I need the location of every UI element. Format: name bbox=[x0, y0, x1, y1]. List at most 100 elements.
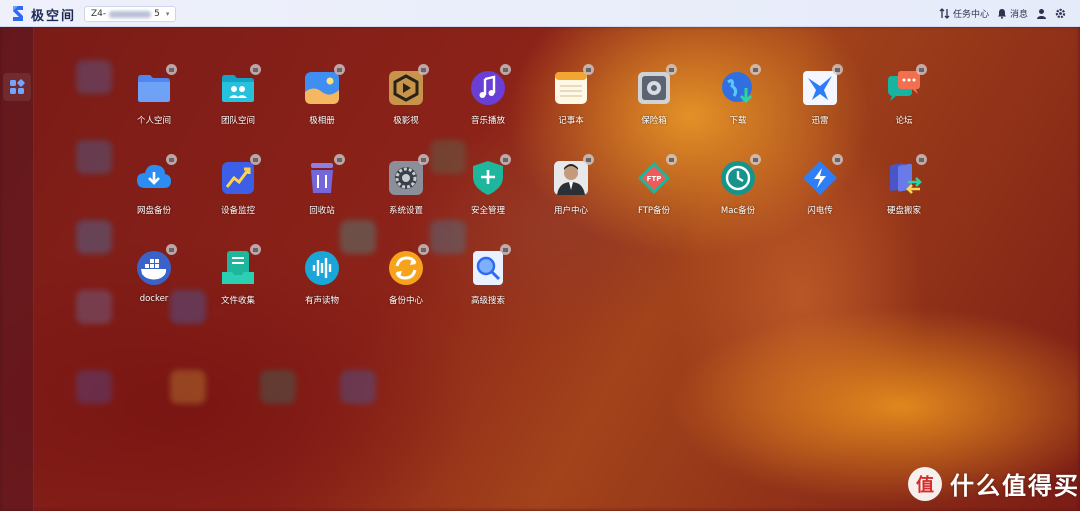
folder-icon bbox=[138, 75, 170, 102]
forum-icon bbox=[888, 71, 920, 101]
app-label: 回收站 bbox=[309, 206, 335, 216]
sidebar-apps-button[interactable] bbox=[3, 73, 31, 101]
app-label: 极相册 bbox=[309, 116, 335, 126]
docker-icon bbox=[137, 251, 171, 285]
app-label: 有声读物 bbox=[304, 296, 339, 306]
device-name-redacted bbox=[109, 10, 152, 18]
cloud-badge-icon bbox=[418, 64, 429, 75]
music-icon bbox=[471, 71, 505, 105]
settings-button[interactable] bbox=[1055, 8, 1066, 19]
app-recycle-bin[interactable]: 回收站 bbox=[292, 154, 352, 230]
app-label: 迅雷 bbox=[811, 116, 829, 126]
app-device-monitor[interactable]: 设备监控 bbox=[208, 154, 268, 230]
task-center-button[interactable]: 任务中心 bbox=[939, 7, 989, 20]
watermark-glyph: 值 bbox=[916, 474, 934, 496]
apps-grid-icon bbox=[10, 79, 25, 94]
cloud-badge-icon bbox=[916, 154, 927, 165]
app-download[interactable]: 下载 bbox=[708, 64, 768, 140]
app-label: 备份中心 bbox=[388, 296, 423, 306]
app-audiobook[interactable]: 有声读物 bbox=[292, 250, 352, 320]
cloud-badge-icon bbox=[666, 64, 677, 75]
app-cloud-backup[interactable]: 网盘备份 bbox=[124, 154, 184, 230]
user-button[interactable] bbox=[1036, 8, 1047, 19]
sidebar bbox=[0, 27, 34, 511]
messages-button[interactable]: 消息 bbox=[997, 7, 1028, 20]
user-icon bbox=[1037, 9, 1046, 19]
top-bar: 极空间 Z4- 5 ▾ 任务中心 消息 bbox=[0, 0, 1080, 27]
app-label: 保险箱 bbox=[641, 116, 667, 126]
cloud-badge-icon bbox=[250, 64, 261, 75]
chevron-down-icon: ▾ bbox=[165, 10, 170, 18]
cloud-badge-icon bbox=[832, 64, 843, 75]
app-flash-transfer[interactable]: 闪电传 bbox=[790, 154, 850, 230]
app-label: 音乐播放 bbox=[470, 116, 505, 126]
bell-icon bbox=[997, 9, 1006, 19]
app-label: 硬盘搬家 bbox=[886, 206, 921, 216]
file-collect-icon bbox=[222, 251, 254, 284]
watermark: 值 什么值得买 bbox=[908, 466, 1080, 501]
messages-label: 消息 bbox=[1009, 10, 1028, 20]
cloud-badge-icon bbox=[334, 154, 345, 165]
video-icon bbox=[389, 71, 423, 105]
svg-text:FTP: FTP bbox=[647, 175, 662, 183]
app-forum[interactable]: 论坛 bbox=[874, 64, 934, 140]
watermark-logo: 值 bbox=[908, 466, 942, 501]
app-label: 闪电传 bbox=[807, 206, 833, 216]
team-folder-icon bbox=[222, 75, 254, 102]
app-mac-backup[interactable]: Mac备份 bbox=[708, 154, 768, 230]
app-label: 设备监控 bbox=[220, 206, 255, 216]
cloud-badge-icon bbox=[583, 154, 594, 165]
app-label: 记事本 bbox=[558, 116, 584, 126]
task-center-label: 任务中心 bbox=[952, 10, 989, 20]
app-label: 系统设置 bbox=[388, 206, 423, 216]
cloud-badge-icon bbox=[166, 244, 177, 255]
trash-icon bbox=[311, 163, 333, 193]
cloud-badge-icon bbox=[250, 244, 261, 255]
app-label: 极影视 bbox=[393, 116, 419, 126]
app-disk-move[interactable]: 硬盘搬家 bbox=[874, 154, 934, 230]
app-notepad[interactable]: 记事本 bbox=[541, 64, 601, 140]
disk-move-icon bbox=[890, 163, 922, 194]
watermark-text: 什么值得买 bbox=[950, 472, 1080, 500]
app-safe[interactable]: 保险箱 bbox=[624, 64, 684, 140]
app-thunder[interactable]: 迅雷 bbox=[790, 64, 850, 140]
app-label: 个人空间 bbox=[136, 116, 171, 126]
ftp-icon: FTP bbox=[638, 162, 670, 194]
app-label: 下载 bbox=[729, 116, 747, 126]
cloud-badge-icon bbox=[500, 64, 511, 75]
app-user-center[interactable]: 用户中心 bbox=[541, 154, 601, 230]
app-ftp-backup[interactable]: FTP FTP备份 bbox=[624, 154, 684, 230]
app-system-settings[interactable]: 系统设置 bbox=[376, 154, 436, 230]
monitor-icon bbox=[222, 162, 254, 194]
app-docker[interactable]: docker bbox=[124, 244, 184, 320]
device-name-prefix: Z4- bbox=[91, 9, 107, 19]
cloud-badge-icon bbox=[166, 154, 177, 165]
cloud-badge-icon bbox=[166, 64, 177, 75]
app-team-space[interactable]: 团队空间 bbox=[208, 64, 268, 140]
photo-album-icon bbox=[305, 72, 339, 104]
app-label: 文件收集 bbox=[220, 296, 255, 306]
cloud-badge-icon bbox=[418, 154, 429, 165]
cloud-badge-icon bbox=[500, 154, 511, 165]
cloud-badge-icon bbox=[916, 64, 927, 75]
app-security[interactable]: 安全管理 bbox=[458, 154, 518, 230]
audiobook-icon bbox=[305, 251, 339, 285]
app-label: 团队空间 bbox=[220, 116, 255, 126]
cloud-badge-icon bbox=[583, 64, 594, 75]
user-center-icon bbox=[554, 161, 588, 195]
logo-icon bbox=[13, 6, 23, 21]
thunder-icon bbox=[803, 71, 837, 105]
device-selector[interactable]: Z4- 5 ▾ bbox=[84, 6, 177, 22]
app-music[interactable]: 音乐播放 bbox=[458, 64, 518, 140]
app-advanced-search[interactable]: 高级搜索 bbox=[458, 244, 518, 320]
cloud-badge-icon bbox=[666, 154, 677, 165]
app-photo-album[interactable]: 极相册 bbox=[292, 64, 352, 140]
cloud-badge-icon bbox=[418, 244, 429, 255]
app-file-collect[interactable]: 文件收集 bbox=[208, 244, 268, 320]
app-personal-space[interactable]: 个人空间 bbox=[124, 64, 184, 140]
notepad-icon bbox=[555, 72, 587, 104]
app-video[interactable]: 极影视 bbox=[376, 64, 436, 140]
app-backup-center[interactable]: 备份中心 bbox=[376, 244, 436, 320]
safe-icon bbox=[638, 72, 670, 104]
transfer-icon bbox=[939, 8, 950, 19]
